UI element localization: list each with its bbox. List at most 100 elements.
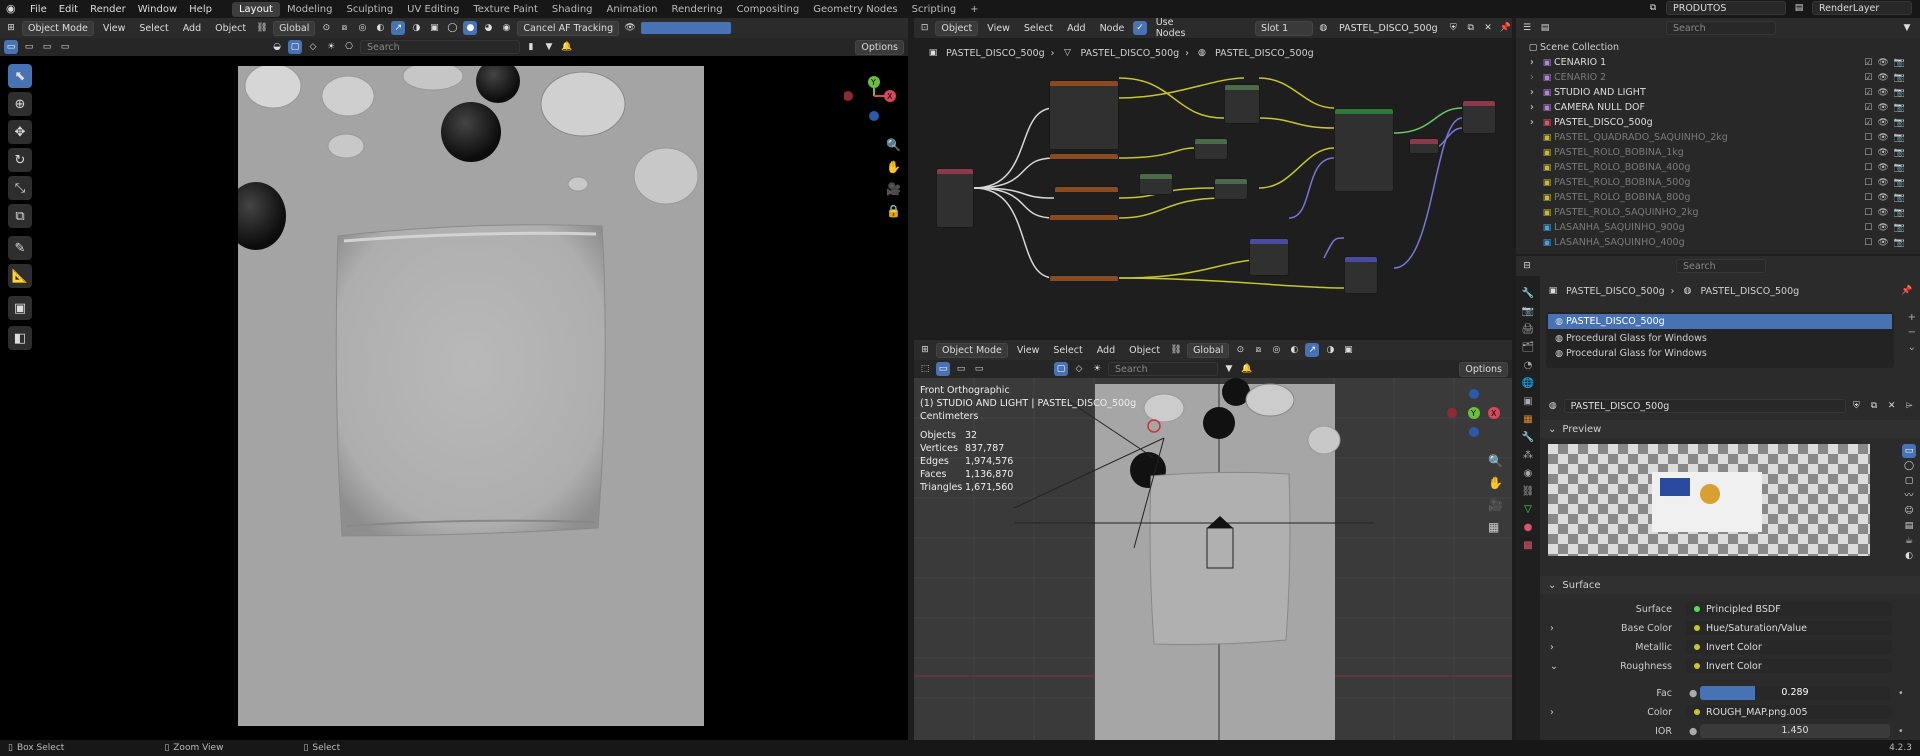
cancel-af-tracking-button[interactable]: Cancel AF Tracking <box>517 20 620 36</box>
chevron-right-icon[interactable]: › <box>1530 117 1540 128</box>
fake-user-icon[interactable]: ⛨ <box>1447 21 1460 35</box>
grid-icon[interactable]: ▦ <box>1488 516 1503 538</box>
material-slot-item[interactable]: ◍ Procedural Glass for Windows <box>1548 346 1892 361</box>
color-input[interactable]: ROUGH_MAP.png.005 <box>1686 705 1892 719</box>
material-slot-item[interactable]: ◍ PASTEL_DISCO_500g <box>1548 314 1892 329</box>
tab-sculpting[interactable]: Sculpting <box>339 2 400 17</box>
zoom-icon-2[interactable]: 🔍 <box>1488 450 1503 472</box>
render-tab-icon[interactable]: 📷 <box>1522 306 1534 317</box>
eye-icon[interactable]: 👁 <box>1877 88 1888 98</box>
eye-icon[interactable]: 👁 <box>1877 58 1888 68</box>
tab-scripting[interactable]: Scripting <box>905 2 963 17</box>
chevron-right-icon[interactable]: › <box>1550 642 1554 653</box>
link-type-icon[interactable]: ⌲ <box>1902 399 1916 413</box>
render-camera-icon[interactable]: 📷 <box>1894 223 1905 233</box>
mode-selector-2[interactable]: Object Mode <box>936 342 1008 358</box>
constraints-tab-icon[interactable]: ⛓ <box>1522 486 1535 497</box>
slot-selector[interactable]: Slot 1 <box>1254 20 1313 36</box>
filter-solid-icon[interactable]: ▢ <box>288 40 302 54</box>
editor-type-icon-2[interactable]: ⊞ <box>918 343 932 357</box>
node-canvas[interactable]: ▣ PASTEL_DISCO_500g › ▽ PASTEL_DISCO_500… <box>914 38 1512 338</box>
material-name-field[interactable]: PASTEL_DISCO_500g <box>1334 22 1443 35</box>
output-tab-icon[interactable]: 🖨 <box>1522 324 1535 335</box>
surface-row-value[interactable]: Hue/Saturation/Value <box>1686 621 1892 635</box>
chevron-right-icon[interactable]: › <box>1530 57 1540 68</box>
scene-collection-row[interactable]: ▢ Scene Collection <box>1516 40 1911 55</box>
eye-icon[interactable]: 👁 <box>1877 103 1888 113</box>
pan-hand-icon-2[interactable]: ✋ <box>1488 472 1503 494</box>
menu-view-2[interactable]: View <box>1012 344 1045 357</box>
outliner-type-icon[interactable]: ☰ <box>1520 21 1534 35</box>
rotate-tool-icon[interactable]: ↻ <box>8 148 32 172</box>
menu-edit[interactable]: Edit <box>53 4 84 15</box>
filter-solid-icon-2[interactable]: ▢ <box>1054 362 1068 376</box>
options-button-2[interactable]: Options <box>1459 361 1508 377</box>
node-editor-type-icon[interactable]: ⊡ <box>918 21 931 35</box>
tab-modeling[interactable]: Modeling <box>280 2 340 17</box>
options-button[interactable]: Options <box>855 39 904 55</box>
eye-icon[interactable]: 👁 <box>1877 223 1888 233</box>
render-camera-icon[interactable]: 📷 <box>1894 133 1905 143</box>
exclude-checkbox-icon[interactable]: ☑ <box>1864 88 1872 98</box>
ior-field[interactable]: 1.450 <box>1700 724 1890 738</box>
properties-search-input[interactable]: Search <box>1676 259 1766 273</box>
select-mode-icon-2[interactable]: ▭ <box>936 362 950 376</box>
menu-file[interactable]: File <box>24 4 53 15</box>
transform-orientation[interactable]: Global <box>273 20 316 36</box>
material-slot-item[interactable]: ◍ Procedural Glass for Windows <box>1548 331 1892 346</box>
render-camera-icon[interactable]: 📷 <box>1894 73 1905 83</box>
menu-add[interactable]: Add <box>178 22 206 35</box>
exclude-checkbox-icon[interactable]: ☐ <box>1864 163 1872 173</box>
particles-tab-icon[interactable]: ⁂ <box>1523 450 1533 461</box>
image-texture-node-2[interactable] <box>1049 153 1119 159</box>
measure-tool-icon[interactable]: 📐 <box>8 264 32 288</box>
render-camera-icon[interactable]: 📷 <box>1894 103 1905 113</box>
outliner-item[interactable]: ▣ PASTEL_QUADRADO_SAQUINHO_2kg ☐ 👁 📷 <box>1516 130 1911 145</box>
view-layer-icon[interactable]: ▤ <box>1792 1 1806 15</box>
left-viewport[interactable]: ⬉ ⊕ ✥ ↻ ⤡ ⧉ ✎ 📐 ▣ ◧ Y X 🔍 ✋ 🎥 🔒 <box>0 56 908 740</box>
filter-light-icon-2[interactable]: ☀ <box>1090 362 1104 376</box>
outliner-search-input[interactable]: Search <box>1666 21 1776 35</box>
chevron-right-icon[interactable]: › <box>1550 623 1554 634</box>
render-camera-icon[interactable]: 📷 <box>1894 148 1905 158</box>
blender-logo-icon[interactable]: ◉ <box>6 2 20 16</box>
view-layer-tab-icon[interactable]: 🗂 <box>1522 342 1535 353</box>
properties-pin-icon[interactable]: 📌 <box>1900 284 1914 298</box>
exclude-checkbox-icon[interactable]: ☑ <box>1864 118 1872 128</box>
material-browse-icon[interactable]: ◍ <box>1546 399 1560 413</box>
exclude-checkbox-icon[interactable]: ☐ <box>1864 208 1872 218</box>
exclude-checkbox-icon[interactable]: ☐ <box>1864 193 1872 203</box>
xray-icon[interactable]: ▣ <box>427 21 441 35</box>
eye-icon[interactable]: 👁 <box>1877 118 1888 128</box>
preview-monkey-icon[interactable]: ☺ <box>1902 504 1916 518</box>
chevron-right-icon[interactable]: › <box>1530 72 1540 83</box>
preview-flat-icon[interactable]: ▭ <box>1902 444 1916 458</box>
use-nodes-checkbox[interactable]: ✓ <box>1133 21 1147 35</box>
scene-tab-icon[interactable]: ◔ <box>1524 360 1533 371</box>
add-workspace-button[interactable]: + <box>963 2 985 17</box>
keyframe-dot-icon[interactable]: • <box>1898 726 1904 737</box>
link-icon[interactable]: ⛓ <box>255 21 269 35</box>
exclude-checkbox-icon[interactable]: ☑ <box>1864 73 1872 83</box>
node-menu-view[interactable]: View <box>982 22 1015 35</box>
render-camera-icon[interactable]: 📷 <box>1894 58 1905 68</box>
select-box-icon-2[interactable]: ⬚ <box>918 362 932 376</box>
tab-geometry-nodes[interactable]: Geometry Nodes <box>806 2 904 17</box>
menu-window[interactable]: Window <box>132 4 183 15</box>
proportional-icon-2[interactable]: ◎ <box>1269 343 1283 357</box>
normal-map-node[interactable] <box>1249 238 1289 276</box>
gizmo-icon[interactable]: ↗ <box>391 21 406 35</box>
xray-icon-2[interactable]: ▣ <box>1341 343 1355 357</box>
preview-cloth-icon[interactable]: ▤ <box>1902 519 1916 533</box>
render-camera-icon[interactable]: 📷 <box>1894 178 1905 188</box>
chevron-right-icon[interactable]: › <box>1550 707 1554 718</box>
properties-type-icon[interactable]: ⊟ <box>1520 259 1534 273</box>
scene-selector[interactable]: PRODUTOS <box>1666 1 1786 15</box>
image-texture-node-5[interactable] <box>1049 275 1119 281</box>
eye-icon[interactable]: 👁 <box>1877 178 1888 188</box>
material-output-node[interactable] <box>1462 100 1496 134</box>
eye-icon[interactable]: 👁 <box>1877 208 1888 218</box>
outliner-item[interactable]: › ▣ STUDIO AND LIGHT ☑ 👁 📷 <box>1516 85 1911 100</box>
preview-hair-icon[interactable]: 〰 <box>1902 489 1916 503</box>
select-tool-icon[interactable]: ⬉ <box>8 64 32 88</box>
